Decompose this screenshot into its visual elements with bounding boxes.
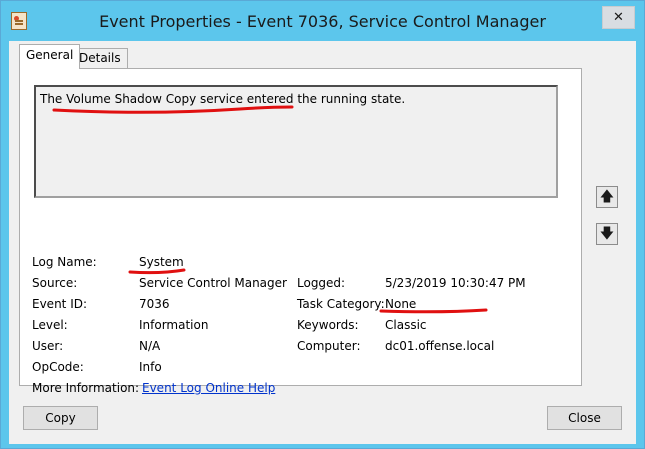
event-log-online-help-link[interactable]: Event Log Online Help (142, 381, 275, 395)
task-category-value: None (385, 297, 417, 311)
user-value: N/A (139, 339, 161, 353)
tab-general[interactable]: General (19, 44, 81, 69)
event-description-text: The Volume Shadow Copy service entered t… (40, 92, 406, 106)
event-description-box[interactable]: The Volume Shadow Copy service entered t… (34, 85, 558, 198)
event-id-label: Event ID: (32, 297, 88, 311)
logged-label: Logged: (297, 276, 346, 290)
next-event-button[interactable]: 🡇 (596, 223, 618, 245)
event-id-value: 7036 (139, 297, 170, 311)
dialog-client-area: General Details The Volume Shadow Copy s… (9, 41, 636, 444)
log-name-value: System (139, 255, 184, 269)
close-window-button[interactable]: ✕ (602, 6, 635, 29)
keywords-value: Classic (385, 318, 427, 332)
user-label: User: (32, 339, 64, 353)
source-label: Source: (32, 276, 78, 290)
log-name-label: Log Name: (32, 255, 97, 269)
task-category-label: Task Category: (297, 297, 385, 311)
general-tab-panel: The Volume Shadow Copy service entered t… (19, 68, 582, 395)
logged-value: 5/23/2019 10:30:47 PM (385, 276, 526, 290)
level-label: Level: (32, 318, 68, 332)
window-title: Event Properties - Event 7036, Service C… (99, 12, 546, 31)
computer-label: Computer: (297, 339, 361, 353)
copy-button[interactable]: Copy (23, 406, 98, 430)
opcode-label: OpCode: (32, 360, 84, 374)
source-value: Service Control Manager (139, 276, 287, 290)
level-value: Information (139, 318, 209, 332)
opcode-value: Info (139, 360, 162, 374)
event-properties-window: Event Properties - Event 7036, Service C… (0, 0, 645, 449)
title-bar[interactable]: Event Properties - Event 7036, Service C… (1, 1, 644, 41)
more-information-label: More Information: (32, 381, 140, 395)
keywords-label: Keywords: (297, 318, 359, 332)
close-button[interactable]: Close (547, 406, 622, 430)
tab-details[interactable]: Details (72, 48, 128, 69)
computer-value: dc01.offense.local (385, 339, 495, 353)
previous-event-button[interactable]: 🡅 (596, 186, 618, 208)
